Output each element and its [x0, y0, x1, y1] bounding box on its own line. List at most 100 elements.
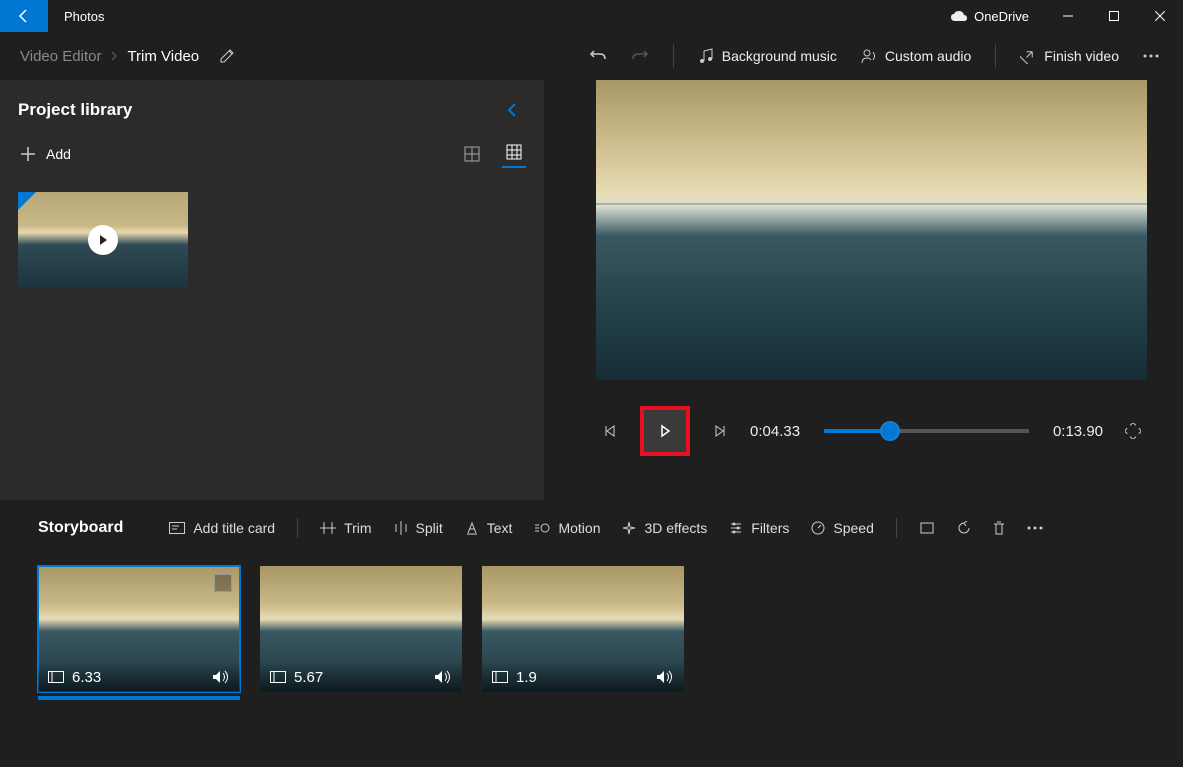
plus-icon: [20, 146, 36, 162]
seek-thumb[interactable]: [880, 421, 900, 441]
finish-video-button[interactable]: Finish video: [1020, 48, 1119, 64]
collapse-library-button[interactable]: [498, 96, 526, 124]
text-label: Text: [487, 520, 513, 536]
export-icon: [1020, 48, 1036, 64]
add-title-card-button[interactable]: Add title card: [169, 520, 275, 536]
motion-button[interactable]: Motion: [534, 520, 600, 536]
fullscreen-button[interactable]: [1119, 417, 1147, 445]
grid-large-icon: [464, 146, 480, 162]
step-back-icon: [603, 424, 617, 438]
minimize-button[interactable]: [1045, 0, 1091, 32]
view-small-button[interactable]: [502, 140, 526, 168]
ellipsis-icon: [1027, 526, 1043, 530]
person-audio-icon: [861, 48, 877, 64]
seek-bar[interactable]: [824, 429, 1029, 433]
chevron-right-icon: [109, 51, 119, 61]
breadcrumb-bar: Video Editor Trim Video Background music…: [0, 32, 1183, 80]
onedrive-label: OneDrive: [974, 9, 1029, 24]
3d-effects-label: 3D effects: [644, 520, 707, 536]
undo-icon: [589, 47, 607, 65]
storyboard-more-button[interactable]: [1027, 526, 1043, 530]
filters-label: Filters: [751, 520, 789, 536]
speed-label: Speed: [833, 520, 873, 536]
project-library: Project library Add: [0, 80, 544, 500]
cloud-icon: [950, 10, 968, 22]
undo-button[interactable]: [589, 47, 607, 65]
play-icon: [97, 234, 109, 246]
add-media-button[interactable]: Add: [18, 142, 73, 166]
storyboard-title: Storyboard: [38, 519, 123, 537]
step-forward-button[interactable]: [706, 417, 734, 445]
custom-audio-button[interactable]: Custom audio: [861, 48, 971, 64]
trash-icon: [993, 521, 1005, 535]
redo-button[interactable]: [631, 47, 649, 65]
view-large-button[interactable]: [460, 142, 484, 166]
library-title: Project library: [18, 100, 498, 120]
volume-icon[interactable]: [434, 670, 452, 684]
step-back-button[interactable]: [596, 417, 624, 445]
music-icon: [698, 48, 714, 64]
volume-icon[interactable]: [656, 670, 674, 684]
back-button[interactable]: [0, 0, 48, 32]
rotate-button[interactable]: [957, 521, 971, 535]
resize-button[interactable]: [919, 521, 935, 535]
speed-icon: [811, 521, 825, 535]
window-controls: [1045, 0, 1183, 32]
split-icon: [394, 521, 408, 535]
filters-icon: [729, 521, 743, 535]
text-button[interactable]: Text: [465, 520, 513, 536]
app-title: Photos: [48, 0, 120, 32]
preview-panel: 0:04.33 0:13.90: [544, 80, 1183, 500]
trim-button[interactable]: Trim: [320, 520, 371, 536]
video-icon: [270, 671, 286, 683]
motion-icon: [534, 521, 550, 535]
split-button[interactable]: Split: [394, 520, 443, 536]
clip-duration: 1.9: [516, 669, 537, 686]
ellipsis-icon: [1143, 54, 1159, 58]
rename-button[interactable]: [219, 48, 235, 64]
delete-button[interactable]: [993, 521, 1005, 535]
onedrive-status[interactable]: OneDrive: [934, 0, 1045, 32]
breadcrumb-root[interactable]: Video Editor: [12, 48, 109, 65]
maximize-button[interactable]: [1091, 0, 1137, 32]
background-music-button[interactable]: Background music: [698, 48, 837, 64]
speed-button[interactable]: Speed: [811, 520, 873, 536]
split-label: Split: [416, 520, 443, 536]
chevron-left-icon: [506, 102, 518, 118]
play-overlay: [88, 225, 118, 255]
step-forward-icon: [713, 424, 727, 438]
text-icon: [465, 521, 479, 535]
filters-button[interactable]: Filters: [729, 520, 789, 536]
arrow-left-icon: [16, 8, 32, 24]
add-title-card-label: Add title card: [193, 520, 275, 536]
background-music-label: Background music: [722, 48, 837, 64]
playback-controls: 0:04.33 0:13.90: [596, 406, 1147, 456]
titlebar: Photos OneDrive: [0, 0, 1183, 32]
volume-icon[interactable]: [212, 670, 230, 684]
sparkle-icon: [622, 521, 636, 535]
breadcrumb-current: Trim Video: [119, 48, 207, 65]
storyboard-panel: Storyboard Add title card Trim Split Tex…: [0, 500, 1183, 692]
custom-audio-label: Custom audio: [885, 48, 971, 64]
close-button[interactable]: [1137, 0, 1183, 32]
minimize-icon: [1063, 11, 1073, 21]
clip-checkbox[interactable]: [214, 574, 232, 592]
storyboard-clip[interactable]: 6.33: [38, 566, 240, 692]
finish-video-label: Finish video: [1044, 48, 1119, 64]
storyboard-clip[interactable]: 5.67: [260, 566, 462, 692]
more-button[interactable]: [1143, 54, 1159, 58]
close-icon: [1155, 11, 1165, 21]
storyboard-clip[interactable]: 1.9: [482, 566, 684, 692]
video-preview[interactable]: [596, 80, 1147, 380]
pencil-icon: [219, 48, 235, 64]
3d-effects-button[interactable]: 3D effects: [622, 520, 707, 536]
trim-icon: [320, 521, 336, 535]
video-icon: [492, 671, 508, 683]
play-button[interactable]: [640, 406, 690, 456]
clip-duration: 5.67: [294, 669, 323, 686]
trim-label: Trim: [344, 520, 371, 536]
grid-small-icon: [506, 144, 522, 160]
video-icon: [48, 671, 64, 683]
storyboard-clips: 6.33 5.67 1.9: [38, 566, 1145, 692]
library-clip[interactable]: [18, 192, 188, 288]
